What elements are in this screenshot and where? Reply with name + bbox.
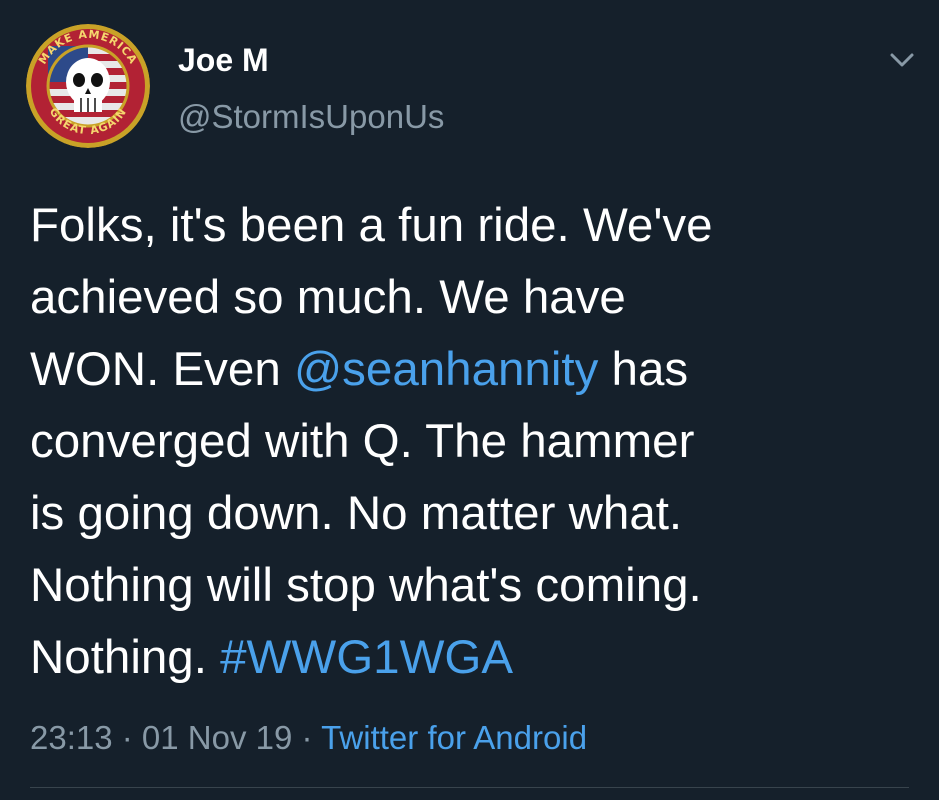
separator: · — [112, 719, 142, 756]
tweet-text: Folks, it's been a fun ride. We've achie… — [30, 190, 930, 694]
tweet-line: is going down. No matter what. — [30, 487, 683, 540]
divider — [30, 787, 909, 788]
chevron-down-icon[interactable] — [886, 48, 918, 72]
separator: · — [292, 719, 322, 756]
display-name[interactable]: Joe M — [178, 42, 269, 78]
tweet-time[interactable]: 23:13 — [30, 719, 113, 756]
tweet-line: converged with Q. The hammer — [30, 415, 695, 468]
tweet-line: Folks, it's been a fun ride. We've — [30, 199, 713, 252]
tweet-date[interactable]: 01 Nov 19 — [142, 719, 292, 756]
avatar[interactable]: MAKE AMERICA GREAT AGAIN — [26, 24, 150, 148]
mention-link[interactable]: @seanhannity — [294, 343, 598, 396]
tweet-metadata: 23:13 · 01 Nov 19 · Twitter for Android — [30, 716, 587, 760]
tweet-line: Nothing will stop what's coming. — [30, 559, 702, 612]
user-handle[interactable]: @StormIsUponUs — [178, 98, 444, 136]
tweet-line: WON. Even — [30, 343, 294, 396]
hashtag-link[interactable]: #WWG1WGA — [220, 631, 513, 684]
tweet-line: achieved so much. We have — [30, 271, 626, 324]
tweet-line: has — [598, 343, 689, 396]
avatar-badge-icon: MAKE AMERICA GREAT AGAIN — [26, 24, 150, 148]
tweet-source-link[interactable]: Twitter for Android — [321, 719, 587, 756]
tweet-line: Nothing. — [30, 631, 221, 684]
